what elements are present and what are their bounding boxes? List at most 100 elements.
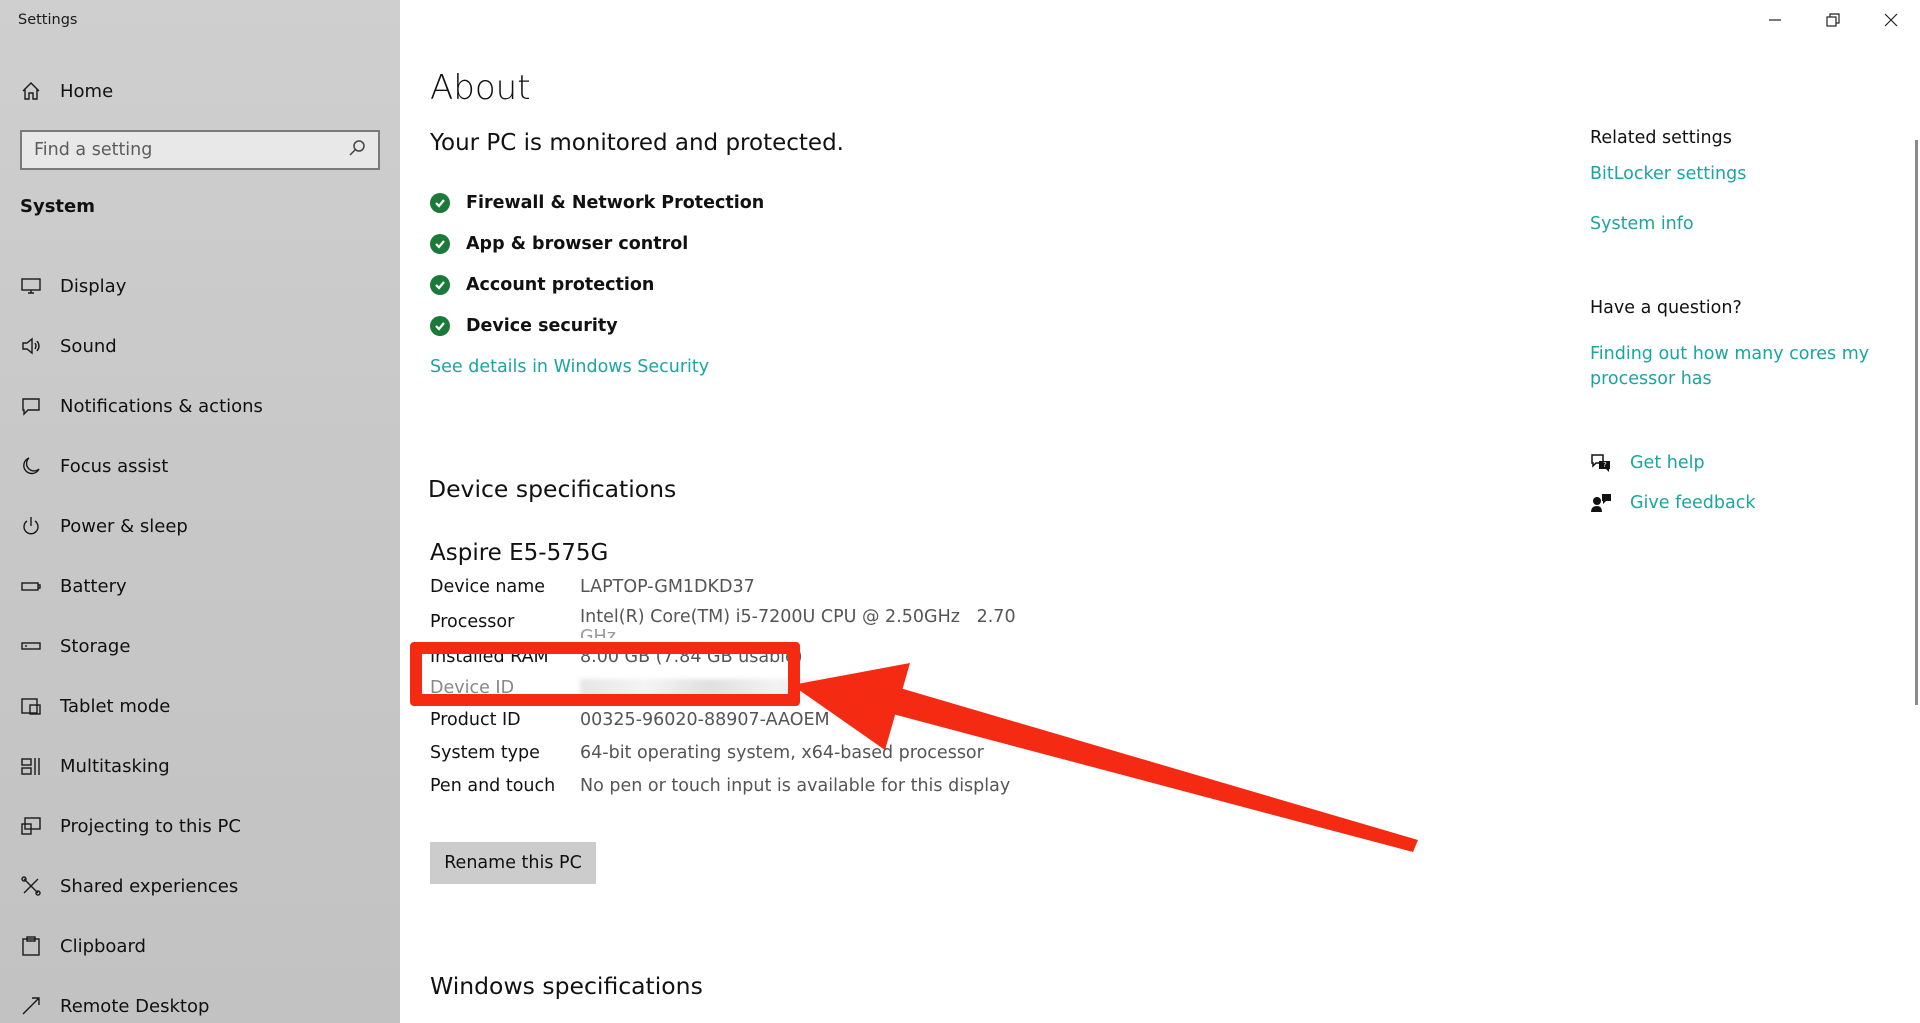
- sidebar-item-label: Tablet mode: [60, 695, 171, 717]
- check-circle-icon: [430, 315, 450, 336]
- sound-icon: [17, 332, 45, 360]
- sidebar-item-label: Display: [60, 275, 127, 297]
- battery-icon: [17, 572, 45, 600]
- give-feedback-link[interactable]: Give feedback: [1590, 492, 1756, 514]
- sidebar-item-label: Shared experiences: [60, 875, 239, 897]
- sidebar-item-display[interactable]: Display: [0, 256, 400, 316]
- related-settings-heading: Related settings: [1590, 128, 1732, 148]
- sidebar-item-multitasking[interactable]: Multitasking: [0, 736, 400, 796]
- spec-label: Processor: [430, 612, 515, 632]
- protection-label: Firewall & Network Protection: [466, 192, 765, 213]
- spec-label: Pen and touch: [430, 775, 556, 796]
- sidebar-item-label: Focus assist: [60, 455, 169, 477]
- get-help-label: Get help: [1630, 453, 1705, 473]
- check-circle-icon: [430, 192, 450, 213]
- processor-value-wrap: Intel(R) Core(TM) i5-7200U CPU @ 2.50GHz…: [580, 606, 1016, 638]
- sidebar-item-notifications[interactable]: Notifications & actions: [0, 376, 400, 436]
- protection-label: App & browser control: [466, 233, 689, 254]
- system-info-link[interactable]: System info: [1590, 212, 1694, 237]
- sidebar-item-label: Storage: [60, 635, 131, 657]
- shared-icon: [17, 872, 45, 900]
- protection-item: App & browser control: [430, 223, 764, 264]
- clipboard-icon: [17, 932, 45, 960]
- sidebar-item-power-sleep[interactable]: Power & sleep: [0, 496, 400, 556]
- sidebar-item-label: Multitasking: [60, 755, 170, 777]
- sidebar-item-label: Remote Desktop: [60, 995, 210, 1017]
- sidebar-item-tablet-mode[interactable]: Tablet mode: [0, 676, 400, 736]
- app-title: Settings: [18, 12, 78, 28]
- display-icon: [17, 272, 45, 300]
- multitasking-icon: [17, 752, 45, 780]
- sidebar-item-label: Clipboard: [60, 935, 146, 957]
- page-title: About: [430, 68, 531, 108]
- protection-item: Account protection: [430, 264, 764, 305]
- related-settings-panel: Related settings BitLocker settings Syst…: [1590, 0, 1890, 1023]
- get-help-link[interactable]: ? Get help: [1590, 452, 1705, 474]
- search-box[interactable]: [20, 130, 380, 170]
- device-specifications-heading: Device specifications: [428, 475, 677, 503]
- spec-row-system-type: System type 64-bit operating system, x64…: [430, 736, 1030, 769]
- search-icon[interactable]: [348, 139, 366, 161]
- svg-text:?: ?: [1603, 461, 1607, 469]
- protection-item: Firewall & Network Protection: [430, 182, 764, 223]
- sidebar-item-label: Home: [60, 80, 114, 102]
- chat-help-icon: ?: [1591, 454, 1610, 472]
- spec-value: Intel(R) Core(TM) i5-7200U CPU @ 2.50GHz…: [580, 607, 1016, 627]
- home-icon: [17, 77, 45, 105]
- spec-row-processor: Processor Intel(R) Core(TM) i5-7200U CPU…: [430, 603, 1030, 641]
- protection-list: Firewall & Network Protection App & brow…: [430, 182, 764, 346]
- tablet-icon: [17, 692, 45, 720]
- spec-value: LAPTOP-GM1DKD37: [580, 576, 755, 597]
- sidebar-item-label: Sound: [60, 335, 117, 357]
- sidebar-item-label: Battery: [60, 575, 127, 597]
- give-feedback-label: Give feedback: [1630, 493, 1756, 513]
- sidebar-item-clipboard[interactable]: Clipboard: [0, 916, 400, 976]
- nav-list: Display Sound Notifications & actions Fo…: [0, 256, 400, 1023]
- question-heading: Have a question?: [1590, 298, 1742, 318]
- windows-security-link[interactable]: See details in Windows Security: [430, 357, 709, 377]
- protection-heading: Your PC is monitored and protected.: [430, 130, 844, 156]
- power-icon: [17, 512, 45, 540]
- protection-label: Account protection: [466, 274, 655, 295]
- main-content: About Your PC is monitored and protected…: [428, 0, 1460, 1023]
- sidebar-item-sound[interactable]: Sound: [0, 316, 400, 376]
- spec-value-continued: GHz: [580, 628, 616, 638]
- sidebar-item-label: Power & sleep: [60, 515, 188, 537]
- sidebar-item-home[interactable]: Home: [0, 72, 400, 110]
- spec-value: 64-bit operating system, x64-based proce…: [580, 742, 984, 763]
- spec-row-pen-touch: Pen and touch No pen or touch input is a…: [430, 769, 1030, 802]
- sidebar-item-label: Projecting to this PC: [60, 815, 241, 837]
- spec-label: Device name: [430, 576, 546, 597]
- spec-label: Product ID: [430, 709, 521, 730]
- sidebar-item-remote-desktop[interactable]: Remote Desktop: [0, 976, 400, 1023]
- feedback-icon: [1591, 494, 1611, 512]
- notifications-icon: [17, 392, 45, 420]
- sidebar-item-label: Notifications & actions: [60, 395, 263, 417]
- check-circle-icon: [430, 233, 450, 254]
- windows-specifications-heading: Windows specifications: [430, 972, 703, 1000]
- cores-help-link[interactable]: Finding out how many cores my processor …: [1590, 342, 1880, 392]
- spec-row-device-name: Device name LAPTOP-GM1DKD37: [430, 570, 1030, 603]
- sidebar: Settings Home System Display Sound: [0, 0, 400, 1023]
- storage-icon: [17, 632, 45, 660]
- spec-value: 00325-96020-88907-AAOEM: [580, 709, 830, 730]
- moon-icon: [17, 452, 45, 480]
- bitlocker-settings-link[interactable]: BitLocker settings: [1590, 162, 1746, 187]
- protection-label: Device security: [466, 315, 618, 336]
- sidebar-item-battery[interactable]: Battery: [0, 556, 400, 616]
- search-input[interactable]: [34, 140, 348, 160]
- spec-row-product-id: Product ID 00325-96020-88907-AAOEM: [430, 703, 1030, 736]
- protection-item: Device security: [430, 305, 764, 346]
- check-circle-icon: [430, 274, 450, 295]
- scrollbar[interactable]: [1915, 140, 1918, 705]
- spec-label: System type: [430, 742, 540, 763]
- remote-desktop-icon: [17, 992, 45, 1020]
- rename-pc-button[interactable]: Rename this PC: [430, 842, 596, 884]
- sidebar-item-projecting[interactable]: Projecting to this PC: [0, 796, 400, 856]
- device-model: Aspire E5-575G: [430, 540, 609, 566]
- sidebar-item-focus-assist[interactable]: Focus assist: [0, 436, 400, 496]
- sidebar-item-shared-experiences[interactable]: Shared experiences: [0, 856, 400, 916]
- annotation-highlight-box: [410, 642, 800, 706]
- section-label: System: [20, 196, 95, 217]
- sidebar-item-storage[interactable]: Storage: [0, 616, 400, 676]
